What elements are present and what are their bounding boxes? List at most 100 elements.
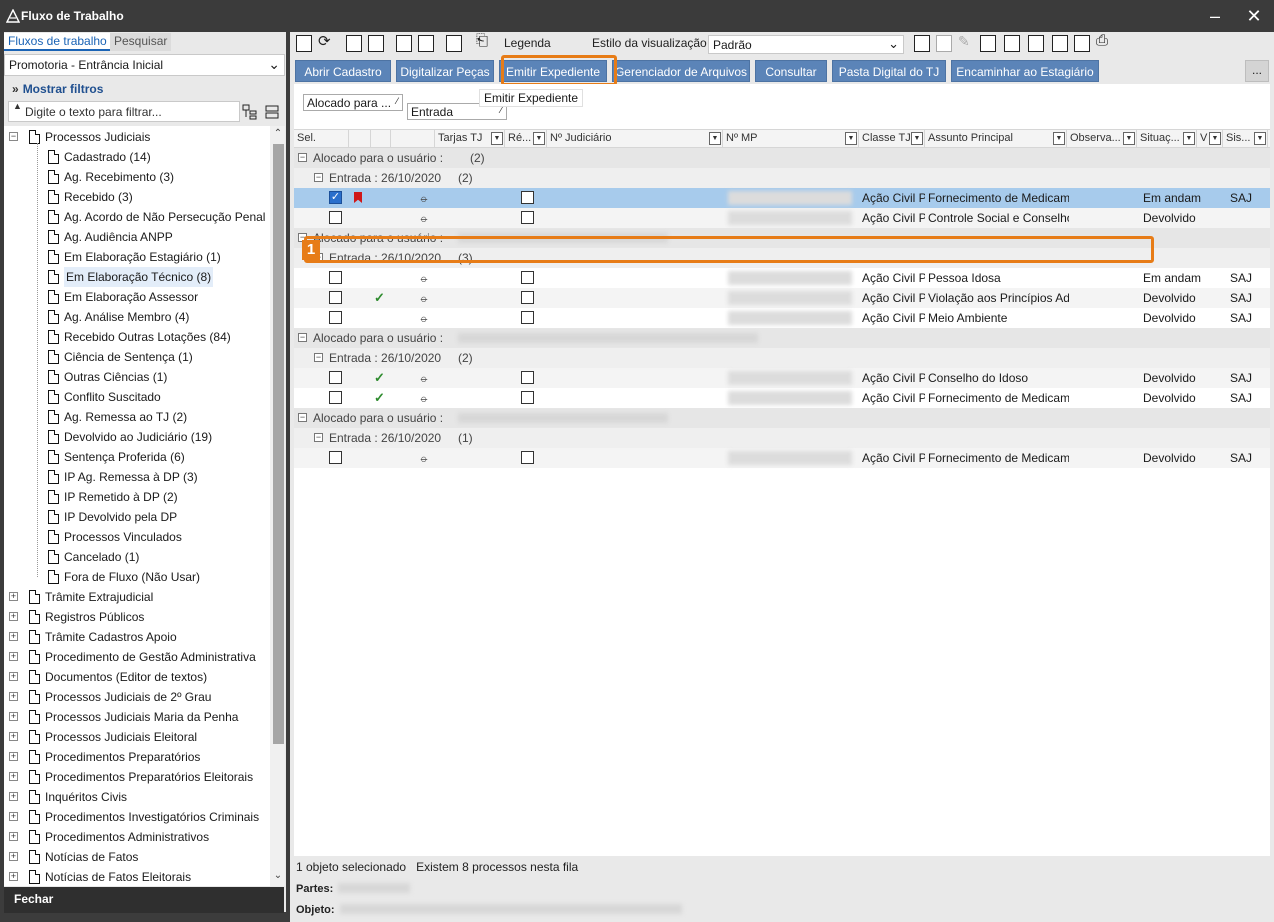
- reu-preso-checkbox[interactable]: [521, 271, 534, 284]
- select-checkbox[interactable]: [329, 451, 342, 464]
- expand-icon[interactable]: +: [9, 812, 18, 821]
- column-filter-icon[interactable]: ▼: [1209, 132, 1221, 145]
- close-button[interactable]: Fechar: [4, 887, 284, 913]
- refresh-icon[interactable]: ⟳: [318, 32, 331, 50]
- tree-item-child[interactable]: Sentença Proferida (6): [4, 447, 270, 467]
- attachment-icon[interactable]: ⦵: [419, 188, 429, 208]
- table-row[interactable]: ⦵ Ação Civil P Controle Social e Conselhos…: [294, 208, 1270, 228]
- tree-item-root[interactable]: + Notícias de Fatos Eleitorais: [4, 867, 270, 886]
- reu-preso-checkbox[interactable]: [521, 371, 534, 384]
- select-checkbox[interactable]: [329, 291, 342, 304]
- expand-icon[interactable]: +: [9, 732, 18, 741]
- columns-icon[interactable]: [980, 35, 996, 52]
- reu-preso-checkbox[interactable]: [521, 291, 534, 304]
- tree-item-child[interactable]: Fora de Fluxo (Não Usar): [4, 567, 270, 587]
- tab-workflows[interactable]: Fluxos de trabalho: [4, 33, 111, 51]
- tree-item-root[interactable]: + Processos Judiciais de 2º Grau: [4, 687, 270, 707]
- tree-item-child[interactable]: Ag. Análise Membro (4): [4, 307, 270, 327]
- tree-item-child[interactable]: Ag. Remessa ao TJ (2): [4, 407, 270, 427]
- tree-item-child[interactable]: IP Remetido à DP (2): [4, 487, 270, 507]
- profile-select[interactable]: Promotoria - Entrância Inicial ⌄: [4, 54, 285, 76]
- reu-preso-checkbox[interactable]: [521, 451, 534, 464]
- tree-item-child[interactable]: Processos Vinculados: [4, 527, 270, 547]
- subgroup-row[interactable]: − Entrada : 26/10/2020 (1): [294, 428, 1270, 448]
- tree-item-root[interactable]: + Notícias de Fatos: [4, 847, 270, 867]
- tree-item-child[interactable]: Recebido Outras Lotações (84): [4, 327, 270, 347]
- expand-icon[interactable]: +: [9, 852, 18, 861]
- expand-icon[interactable]: +: [9, 612, 18, 621]
- tree-item-child[interactable]: Ag. Acordo de Não Persecução Penal: [4, 207, 270, 227]
- subgroup-row[interactable]: − Entrada : 26/10/2020 (2): [294, 168, 1270, 188]
- tree-item-processos-judiciais[interactable]: − Processos Judiciais: [4, 127, 270, 147]
- column-filter-icon[interactable]: ▼: [1183, 132, 1195, 145]
- column-header[interactable]: V ▼: [1197, 130, 1223, 148]
- select-checkbox[interactable]: [329, 391, 342, 404]
- expand-icon[interactable]: +: [9, 832, 18, 841]
- tree-item-child[interactable]: Ag. Audiência ANPP: [4, 227, 270, 247]
- tree-item-root[interactable]: + Registros Públicos: [4, 607, 270, 627]
- reu-preso-checkbox[interactable]: [521, 191, 534, 204]
- report-icon[interactable]: [1004, 35, 1020, 52]
- reu-preso-checkbox[interactable]: [521, 211, 534, 224]
- attachment-icon[interactable]: ⦵: [419, 288, 429, 308]
- tree-item-child[interactable]: Ciência de Sentença (1): [4, 347, 270, 367]
- expand-tree-icon[interactable]: [242, 104, 258, 120]
- column-filter-icon[interactable]: ▼: [491, 132, 503, 145]
- tree-item-child[interactable]: Devolvido ao Judiciário (19): [4, 427, 270, 447]
- expand-icon[interactable]: +: [9, 872, 18, 881]
- table-row[interactable]: ✓ ⦵ Ação Civil P Conselho do Idoso Devolvido…: [294, 368, 1270, 388]
- minimize-icon[interactable]: –: [1204, 6, 1226, 26]
- tree-item-root[interactable]: + Procedimentos Administrativos: [4, 827, 270, 847]
- table-row[interactable]: ✓ ⦵ Ação Civil P Violação aos Princípios Ad…: [294, 288, 1270, 308]
- tab-search[interactable]: Pesquisar: [110, 33, 172, 51]
- collapse-icon[interactable]: −: [298, 333, 307, 342]
- column-filter-icon[interactable]: ▼: [1254, 132, 1266, 145]
- column-header[interactable]: Ré... ▼: [505, 130, 547, 148]
- select-checkbox-checked[interactable]: ✓: [329, 191, 342, 204]
- legend-label[interactable]: Legenda: [504, 36, 551, 50]
- tree-item-child[interactable]: Outras Ciências (1): [4, 367, 270, 387]
- attachment-icon[interactable]: ⦵: [419, 268, 429, 288]
- table-row[interactable]: ⦵ Ação Civil PFornecimento de Medicamento…: [294, 448, 1270, 468]
- tree-item-root[interactable]: + Procedimentos Preparatórios: [4, 747, 270, 767]
- attachment-icon[interactable]: ⦵: [419, 308, 429, 328]
- column-filter-icon[interactable]: ▼: [911, 132, 923, 145]
- attachment-icon[interactable]: ⦵: [419, 208, 429, 228]
- collapse-icon[interactable]: −: [314, 173, 323, 182]
- attachment-icon[interactable]: ⦵: [419, 448, 429, 468]
- select-all-icon[interactable]: [346, 35, 362, 52]
- layout-icon[interactable]: [1028, 35, 1044, 52]
- column-header[interactable]: Situaç... ▼: [1137, 130, 1197, 148]
- table-row[interactable]: ⦵ Ação Civil PPessoa Idosa Em andamento SAJ: [294, 268, 1270, 288]
- group-row[interactable]: − Alocado para o usuário : (2): [294, 148, 1270, 168]
- tree-item-child[interactable]: IP Ag. Remessa à DP (3): [4, 467, 270, 487]
- table-row[interactable]: ✓ ⦵ Ação Civil PFornecimento de Medicament…: [294, 188, 1270, 208]
- tree-item-child[interactable]: Conflito Suscitado: [4, 387, 270, 407]
- tree-item-child[interactable]: Recebido (3): [4, 187, 270, 207]
- group-icon[interactable]: [1052, 35, 1068, 52]
- reu-preso-checkbox[interactable]: [521, 391, 534, 404]
- action-button-5[interactable]: Pasta Digital do TJ: [832, 60, 946, 82]
- column-filter-icon[interactable]: ▼: [845, 132, 857, 145]
- scrollbar-thumb[interactable]: [273, 144, 284, 744]
- tree-item-child[interactable]: Cancelado (1): [4, 547, 270, 567]
- legend-icon[interactable]: ⎗: [476, 32, 488, 49]
- expand-icon[interactable]: +: [9, 592, 18, 601]
- column-header[interactable]: Sel.: [294, 130, 349, 148]
- tree-scrollbar[interactable]: ⌃ ⌄: [270, 126, 285, 886]
- expand-icon[interactable]: +: [9, 772, 18, 781]
- expand-icon[interactable]: +: [9, 712, 18, 721]
- subgroup-row[interactable]: − Entrada : 26/10/2020 (2): [294, 348, 1270, 368]
- expand-icon[interactable]: +: [9, 632, 18, 641]
- column-header[interactable]: Sis... ▼: [1223, 130, 1268, 148]
- expand-icon[interactable]: +: [9, 792, 18, 801]
- table-row[interactable]: ⦵ Ação Civil P Meio Ambiente Devolvido SAJ: [294, 308, 1270, 328]
- column-header[interactable]: [391, 130, 435, 148]
- attachment-icon[interactable]: ⦵: [419, 388, 429, 408]
- column-header[interactable]: Nº MP ▼: [723, 130, 859, 148]
- tree-item-root[interactable]: + Processos Judiciais Maria da Penha: [4, 707, 270, 727]
- scroll-down-icon[interactable]: ⌄: [272, 870, 284, 881]
- scroll-up-icon[interactable]: ⌃: [272, 128, 284, 139]
- ungroup-icon[interactable]: [1074, 35, 1090, 52]
- tree-item-root[interactable]: + Documentos (Editor de textos): [4, 667, 270, 687]
